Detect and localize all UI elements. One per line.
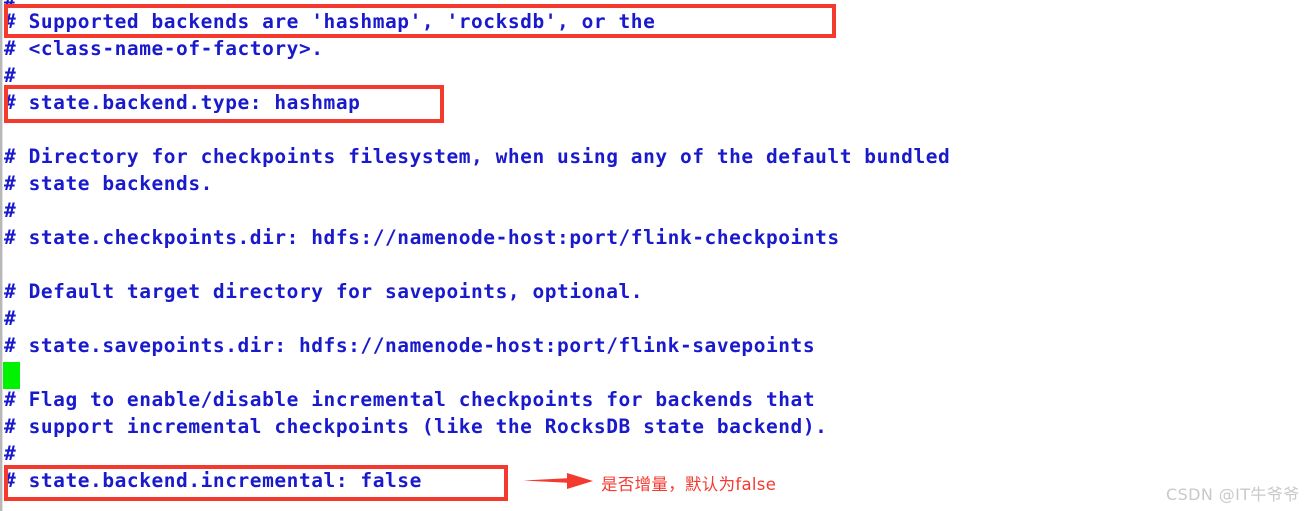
- code-line: #: [4, 307, 17, 330]
- text-cursor-block: [3, 362, 20, 389]
- watermark-text: CSDN @IT牛爷爷: [1166, 485, 1300, 504]
- annotation-arrow-icon: [523, 472, 593, 494]
- code-line: # Default target directory for savepoint…: [4, 280, 644, 303]
- code-line: # <class-name-of-factory>.: [4, 37, 324, 60]
- code-line: # Supported backends are 'hashmap', 'roc…: [4, 10, 656, 33]
- code-line: # state.backend.incremental: false: [4, 469, 422, 492]
- code-line: # Flag to enable/disable incremental che…: [4, 388, 816, 411]
- code-text-area[interactable]: # # Supported backends are 'hashmap', 'ro…: [0, 0, 1306, 511]
- code-line: # state backends.: [4, 172, 213, 195]
- code-line: # support incremental checkpoints (like …: [4, 415, 828, 438]
- screenshot-root: # # Supported backends are 'hashmap', 'ro…: [0, 0, 1306, 511]
- code-line: # Directory for checkpoints filesystem, …: [4, 145, 951, 168]
- code-line: # state.backend.type: hashmap: [4, 91, 361, 114]
- code-line: # state.checkpoints.dir: hdfs://namenode…: [4, 226, 840, 249]
- code-line: #: [4, 199, 17, 222]
- code-line: #: [4, 64, 17, 87]
- annotation-note-text: 是否增量，默认为false: [601, 475, 777, 494]
- code-line: #: [4, 442, 17, 465]
- code-line: # state.savepoints.dir: hdfs://namenode-…: [4, 334, 816, 357]
